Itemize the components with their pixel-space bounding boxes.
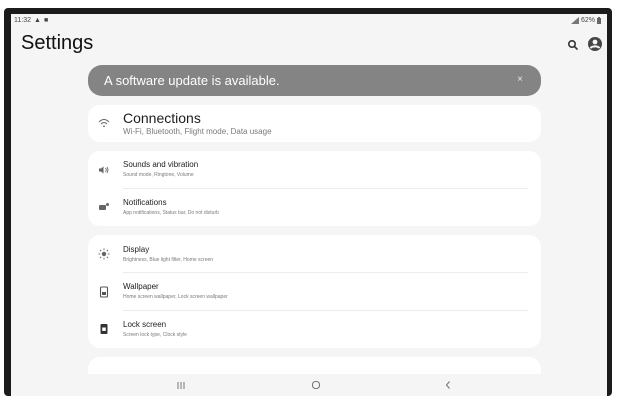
sounds-title: Sounds and vibration: [123, 160, 199, 169]
display-subtitle: Brightness, Blue light filter, Home scre…: [123, 257, 214, 263]
settings-item-wallpaper[interactable]: Wallpaper Home screen wallpaper, Lock sc…: [88, 273, 541, 310]
sound-notifications-card: Sounds and vibration Sound mode, Rington…: [88, 151, 541, 226]
back-button[interactable]: [438, 376, 458, 394]
home-icon: [311, 380, 321, 390]
brightness-icon: [97, 247, 111, 261]
notification-dot-icon: ■: [43, 17, 49, 24]
wallpaper-subtitle: Home screen wallpaper, Lock screen wallp…: [123, 294, 228, 300]
connections-subtitle: Wi-Fi, Bluetooth, Flight mode, Data usag…: [123, 127, 272, 136]
warning-icon: ▲: [34, 17, 41, 24]
notifications-subtitle: App notifications, Status bar, Do not di…: [123, 210, 219, 216]
lock-screen-title: Lock screen: [123, 320, 167, 329]
connections-card[interactable]: Connections Wi-Fi, Bluetooth, Flight mod…: [88, 105, 541, 142]
status-right: 62%: [570, 17, 601, 24]
recents-button[interactable]: [171, 376, 191, 394]
settings-item-display[interactable]: Display Brightness, Blue light filter, H…: [88, 235, 541, 272]
status-left: 11:32 ▲ ■: [14, 17, 48, 24]
display-title: Display: [123, 245, 150, 254]
wifi-icon: [97, 116, 111, 130]
lock-screen-subtitle: Screen lock type, Clock style: [123, 332, 187, 338]
wallpaper-icon: [97, 285, 111, 299]
settings-item-notifications[interactable]: Notifications App notifications, Status …: [88, 189, 541, 226]
home-button[interactable]: [306, 376, 326, 394]
status-bar: 11:32 ▲ ■ 62%: [11, 14, 607, 30]
search-icon: [567, 39, 578, 50]
lock-icon: [97, 322, 111, 336]
settings-item-lock-screen[interactable]: Lock screen Screen lock type, Clock styl…: [88, 311, 541, 348]
signal-icon: [570, 17, 579, 24]
notifications-icon: [97, 200, 111, 214]
settings-item-sounds[interactable]: Sounds and vibration Sound mode, Rington…: [88, 151, 541, 188]
account-button[interactable]: [587, 36, 603, 52]
notifications-title: Notifications: [123, 198, 167, 207]
account-icon: [588, 37, 602, 51]
navigation-bar: [11, 374, 607, 396]
screen: 11:32 ▲ ■ 62% Settings A software update…: [11, 14, 607, 396]
search-button[interactable]: [566, 38, 580, 52]
display-card: Display Brightness, Blue light filter, H…: [88, 235, 541, 348]
wallpaper-title: Wallpaper: [123, 282, 159, 291]
banner-text: A software update is available.: [104, 73, 280, 88]
close-icon[interactable]: ×: [517, 74, 523, 85]
connections-title: Connections: [123, 110, 201, 126]
volume-icon: [97, 163, 111, 177]
battery-percent: 62%: [580, 17, 595, 24]
recents-icon: [177, 381, 185, 389]
battery-icon: [597, 17, 601, 24]
status-time: 11:32: [14, 17, 31, 24]
software-update-banner[interactable]: A software update is available. ×: [88, 65, 541, 96]
page-title: Settings: [21, 32, 94, 54]
back-icon: [445, 381, 450, 389]
sounds-subtitle: Sound mode, Ringtone, Volume: [123, 172, 194, 178]
